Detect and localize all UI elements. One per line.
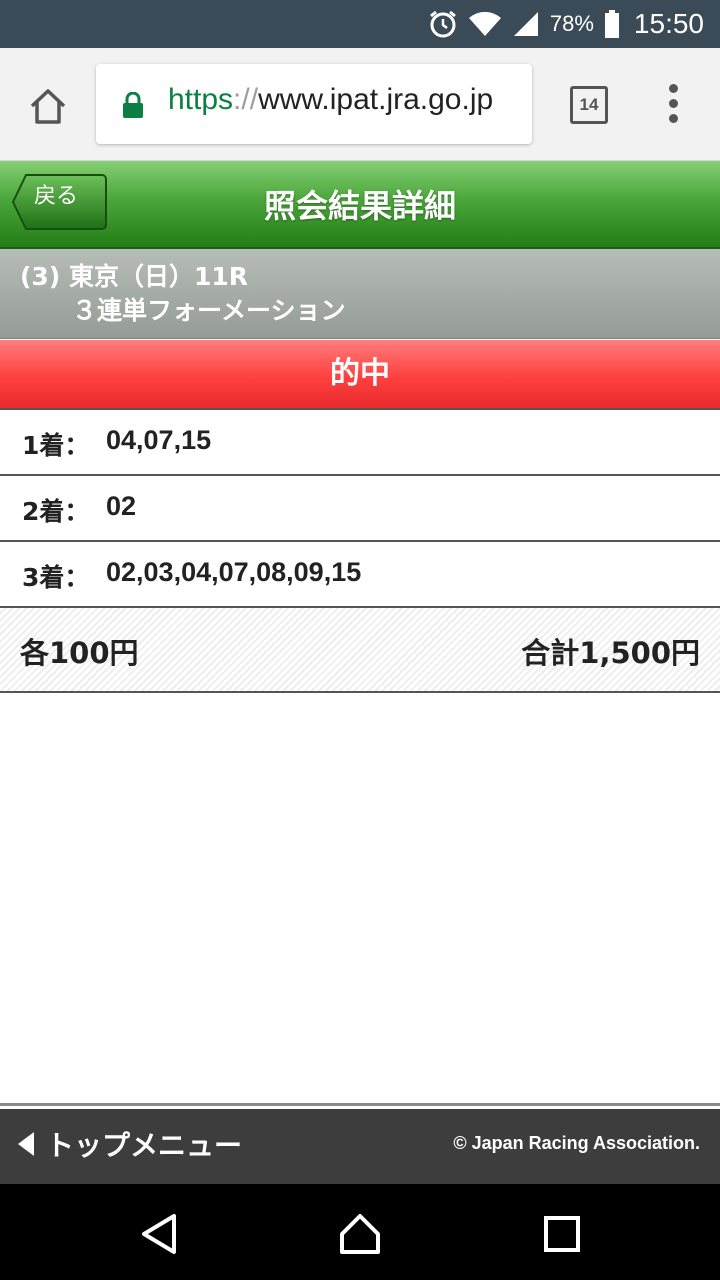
square-recents-icon[interactable] xyxy=(540,1212,584,1256)
pick-row-second: 2着： 02 xyxy=(0,476,720,542)
clock: 15:50 xyxy=(633,8,704,39)
home-icon xyxy=(30,89,66,124)
pick-label: 2着： xyxy=(22,497,90,526)
pick-label: 3着： xyxy=(22,563,90,592)
pick-row-third: 3着： 02,03,04,07,08,09,15 xyxy=(0,542,720,608)
url-scheme: https xyxy=(168,83,234,116)
copyright: © Japan Racing Association. xyxy=(453,1133,700,1153)
pick-row-first: 1着： 04,07,15 xyxy=(0,410,720,476)
battery-icon xyxy=(604,10,619,38)
pick-value: 02 xyxy=(106,491,137,521)
system-nav-bar xyxy=(0,1184,720,1280)
url-text: https://www.ipat.jra.go.jp xyxy=(168,83,493,117)
url-separator: :// xyxy=(233,83,259,116)
each-amount: 各100円 xyxy=(20,636,139,670)
lock-icon xyxy=(123,92,143,118)
tab-switcher-button[interactable]: 14 xyxy=(570,86,608,124)
circle-home-icon[interactable] xyxy=(338,1212,382,1256)
top-menu-label: トップメニュー xyxy=(46,1129,243,1162)
url-host: www.ipat.jra.go.jp xyxy=(258,83,494,116)
pick-label: 1着： xyxy=(22,431,90,460)
signal-icon xyxy=(513,12,538,36)
back-triangle-icon xyxy=(18,1132,34,1156)
status-bar: 78% 15:50 xyxy=(0,0,720,48)
status-icons: 78% 15:50 xyxy=(428,0,704,48)
wifi-icon xyxy=(468,11,501,37)
battery-percent: 78% xyxy=(549,11,594,36)
pick-value: 02,03,04,07,08,09,15 xyxy=(106,557,362,587)
more-vert-icon[interactable] xyxy=(662,84,686,124)
home-button[interactable] xyxy=(22,80,74,132)
race-info: (3) 東京（日）11R ３連単フォーメーション xyxy=(0,249,720,339)
top-menu-link[interactable]: トップメニュー xyxy=(18,1124,242,1164)
total-amount: 合計1,500円 xyxy=(521,636,700,670)
page-header: 戻る 照会結果詳細 xyxy=(0,161,720,249)
alarm-icon xyxy=(429,10,456,38)
page-title: 照会結果詳細 xyxy=(263,187,456,225)
address-bar[interactable]: https://www.ipat.jra.go.jp xyxy=(96,64,532,144)
race-name: (3) 東京（日）11R xyxy=(20,262,248,291)
bet-type: ３連単フォーメーション xyxy=(72,296,346,325)
result-banner: 的中 xyxy=(0,340,720,410)
pick-value: 04,07,15 xyxy=(106,425,212,455)
back-nav-icon[interactable] xyxy=(138,1212,182,1256)
totals-row: 各100円 合計1,500円 xyxy=(0,608,720,693)
footer-bar: トップメニュー © Japan Racing Association. xyxy=(0,1103,720,1187)
browser-toolbar: https://www.ipat.jra.go.jp 14 xyxy=(0,48,720,161)
